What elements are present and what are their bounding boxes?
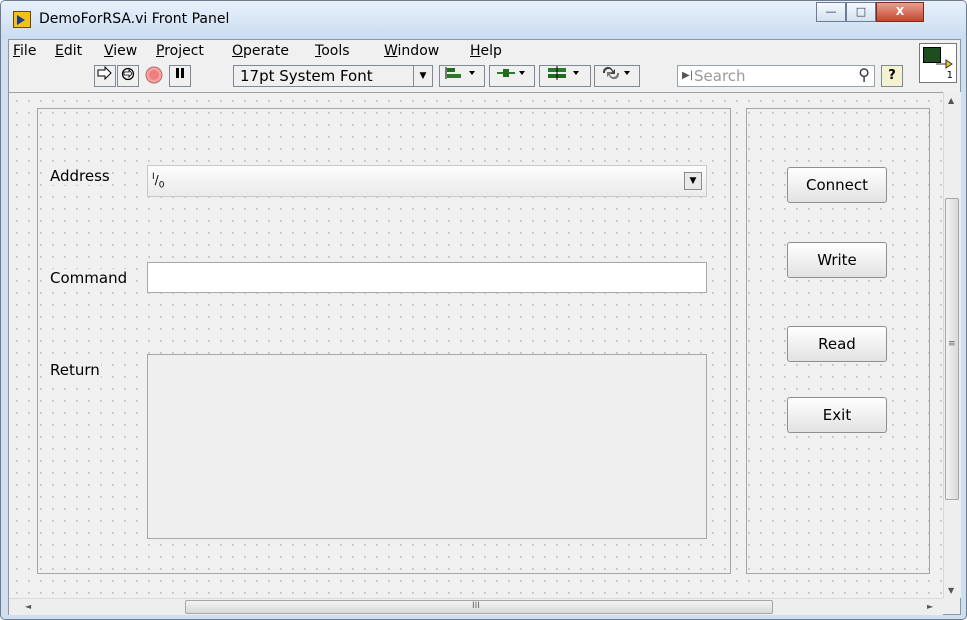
menu-help-label: elp <box>480 43 502 59</box>
minimize-button[interactable]: — <box>816 2 846 22</box>
read-button[interactable]: Read <box>787 326 887 362</box>
abort-button[interactable] <box>143 65 165 87</box>
menu-window[interactable]: Window <box>384 43 439 59</box>
scroll-right-icon[interactable]: ► <box>927 602 933 611</box>
connect-button[interactable]: Connect <box>787 167 887 203</box>
menu-operate-hotkey: O <box>232 43 244 59</box>
pause-button[interactable] <box>169 65 191 87</box>
exit-button[interactable]: Exit <box>787 397 887 433</box>
chevron-down-icon[interactable]: ▼ <box>684 172 702 190</box>
font-selector-label: 17pt System Font <box>240 67 373 85</box>
menu-view-label: iew <box>113 43 138 59</box>
menu-edit[interactable]: Edit <box>55 43 82 59</box>
vi-icon-number: 1 <box>946 70 953 81</box>
menu-help-hotkey: H <box>470 43 481 59</box>
return-indicator[interactable] <box>147 354 707 539</box>
menu-bar: File Edit View Project Operate Tools Win… <box>9 40 919 62</box>
menu-view-hotkey: V <box>104 43 114 59</box>
return-label: Return <box>49 361 101 379</box>
menu-help[interactable]: Help <box>470 43 502 59</box>
toolbar: 17pt System Font ▼ ▶| Search ⚲ ? <box>9 62 960 90</box>
menu-file-hotkey: F <box>13 43 21 59</box>
scroll-down-icon[interactable]: ▼ <box>948 586 954 595</box>
run-continuously-button[interactable] <box>117 65 139 87</box>
grip-icon: III <box>472 601 480 611</box>
menu-file-label: ile <box>20 43 37 59</box>
front-panel-window: DemoForRSA.vi Front Panel — □ X File Edi… <box>0 0 967 620</box>
io-resource-icon: I/0 <box>152 172 165 191</box>
maximize-button[interactable]: □ <box>846 2 876 22</box>
window-title: DemoForRSA.vi Front Panel <box>39 11 230 27</box>
search-placeholder: Search <box>694 67 746 85</box>
horizontal-scrollbar[interactable]: ◄ III ► <box>9 598 943 615</box>
vertical-scrollbar[interactable]: ▲ ≡ ▼ <box>943 92 961 598</box>
front-panel-canvas: Address I/0 ▼ Command Return Connect Wri… <box>9 92 949 599</box>
reorder-icon <box>602 66 630 80</box>
grip-icon: ≡ <box>948 339 956 349</box>
command-input[interactable] <box>147 262 707 293</box>
resize-objects-icon <box>548 66 579 80</box>
client-area: File Edit View Project Operate Tools Win… <box>8 39 961 615</box>
help-icon: ? <box>888 68 896 83</box>
resize-objects-button[interactable] <box>539 65 591 87</box>
chevron-down-icon: ▼ <box>413 66 432 86</box>
menu-window-hotkey: W <box>384 43 398 59</box>
scroll-left-icon[interactable]: ◄ <box>25 602 31 611</box>
search-input[interactable]: ▶| Search ⚲ <box>677 65 875 87</box>
run-continuously-icon <box>121 67 135 81</box>
address-label: Address <box>49 167 111 185</box>
menu-window-label: indow <box>397 43 440 59</box>
vi-connector-icon[interactable]: 1 <box>919 43 957 83</box>
command-label: Command <box>49 269 129 287</box>
search-marker-icon: ▶| <box>682 70 694 81</box>
menu-project[interactable]: Project <box>156 43 204 59</box>
menu-edit-label: dit <box>63 43 83 59</box>
write-button[interactable]: Write <box>787 242 887 278</box>
menu-edit-hotkey: E <box>55 43 64 59</box>
horizontal-scroll-thumb[interactable]: III <box>185 600 773 614</box>
context-help-button[interactable]: ? <box>881 65 903 87</box>
run-arrow-icon <box>97 65 112 81</box>
menu-project-label: roject <box>164 43 204 59</box>
close-button[interactable]: X <box>876 2 924 22</box>
vi-icon-arrow <box>936 59 953 69</box>
text-settings-dropdown[interactable]: 17pt System Font ▼ <box>233 65 433 87</box>
search-icon[interactable]: ⚲ <box>858 65 870 85</box>
address-visa-control[interactable]: I/0 ▼ <box>147 165 707 197</box>
scroll-up-icon[interactable]: ▲ <box>948 96 954 105</box>
menu-file[interactable]: File <box>13 43 36 59</box>
run-button[interactable] <box>94 65 116 87</box>
vertical-scroll-thumb[interactable]: ≡ <box>945 198 959 500</box>
menu-operate-label: perate <box>243 43 289 59</box>
align-objects-button[interactable] <box>439 65 485 87</box>
distribute-objects-button[interactable] <box>489 65 535 87</box>
menu-project-hotkey: P <box>156 43 165 59</box>
align-objects-icon <box>445 67 475 79</box>
abort-icon <box>145 66 163 84</box>
title-bar: DemoForRSA.vi Front Panel — □ X <box>1 1 966 39</box>
menu-operate[interactable]: Operate <box>232 43 289 59</box>
reorder-button[interactable] <box>594 65 640 87</box>
distribute-objects-icon <box>497 69 525 77</box>
menu-tools-label: ools <box>321 43 350 59</box>
labview-vi-icon <box>13 11 31 28</box>
menu-tools[interactable]: Tools <box>315 43 350 59</box>
pause-icon <box>176 68 184 78</box>
menu-view[interactable]: View <box>104 43 137 59</box>
size-grip[interactable] <box>943 598 960 614</box>
